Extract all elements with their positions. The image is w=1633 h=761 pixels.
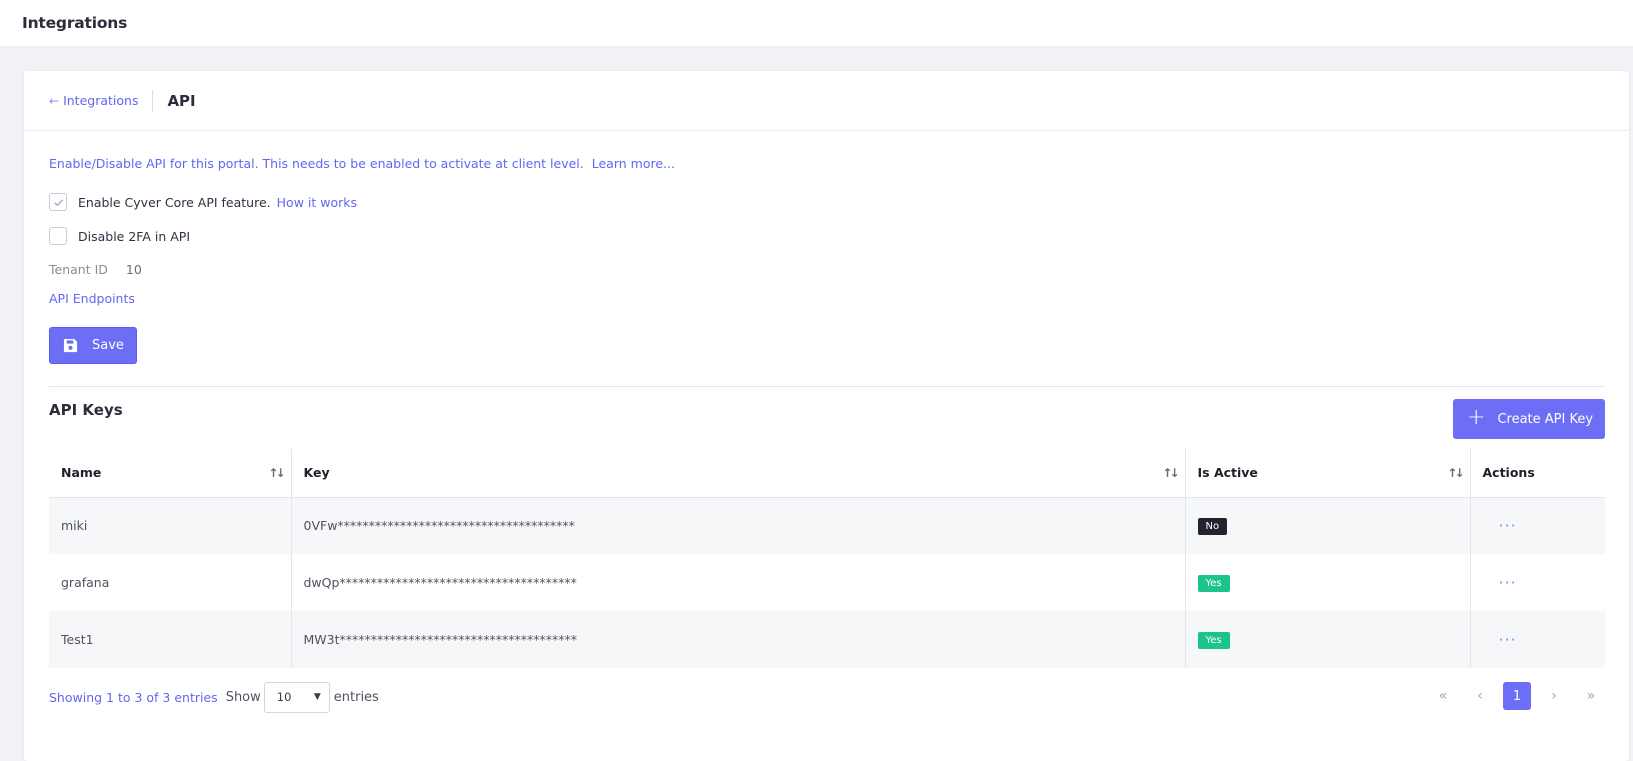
floppy-disk-icon <box>63 338 78 353</box>
more-actions-icon[interactable]: ··· <box>1483 516 1517 535</box>
status-badge: No <box>1197 517 1228 535</box>
table-footer: Showing 1 to 3 of 3 entries Show 10 ▼ en… <box>49 668 1605 726</box>
save-button[interactable]: Save <box>49 327 137 364</box>
cell-actions: ··· <box>1470 554 1605 611</box>
column-header-actions: Actions <box>1470 449 1605 498</box>
sort-icon: ↑↓ <box>268 466 285 480</box>
sort-icon: ↑↓ <box>1447 466 1464 480</box>
api-keys-title: API Keys <box>49 401 123 419</box>
cell-key: dwQp************************************… <box>291 554 1186 611</box>
table-row: Test1 MW3t******************************… <box>49 611 1605 668</box>
back-link-label: Integrations <box>63 93 139 108</box>
arrow-left-icon: ← <box>49 93 60 108</box>
create-api-key-button[interactable]: + Create API Key <box>1453 399 1605 439</box>
column-header-key[interactable]: Key ↑↓ <box>291 449 1186 498</box>
more-actions-icon[interactable]: ··· <box>1483 630 1517 649</box>
how-it-works-link[interactable]: How it works <box>277 195 357 210</box>
card-header: ← Integrations API <box>24 71 1629 131</box>
column-header-name[interactable]: Name ↑↓ <box>49 449 292 498</box>
entries-info: Showing 1 to 3 of 3 entries <box>49 689 218 705</box>
cell-name: Test1 <box>49 611 292 668</box>
disable-2fa-row: Disable 2FA in API <box>49 227 1604 245</box>
table-row: miki 0VFw*******************************… <box>49 497 1605 554</box>
status-badge: Yes <box>1197 574 1230 592</box>
cell-is-active: Yes <box>1185 554 1471 611</box>
cell-name: grafana <box>49 554 292 611</box>
api-endpoints-link[interactable]: API Endpoints <box>49 291 135 306</box>
cell-actions: ··· <box>1470 497 1605 554</box>
back-to-integrations-link[interactable]: ← Integrations <box>49 89 154 112</box>
cell-is-active: No <box>1185 497 1471 554</box>
check-icon <box>53 198 63 206</box>
intro-text: Enable/Disable API for this portal. This… <box>49 156 1604 171</box>
previous-page-icon[interactable]: ‹ <box>1466 682 1494 710</box>
cell-is-active: Yes <box>1185 611 1471 668</box>
more-actions-icon[interactable]: ··· <box>1483 573 1517 592</box>
section-title: API <box>167 91 196 110</box>
cell-key: MW3t************************************… <box>291 611 1186 668</box>
learn-more-link[interactable]: Learn more... <box>592 156 675 171</box>
page-button-current[interactable]: 1 <box>1503 682 1531 710</box>
column-header-is-active[interactable]: Is Active ↑↓ <box>1185 449 1471 498</box>
column-header-label: Is Active <box>1197 465 1258 481</box>
api-keys-table: Name ↑↓ Key ↑↓ Is Active ↑↓ Actions miki 0V… <box>49 449 1605 668</box>
card-body: Enable/Disable API for this portal. This… <box>24 131 1629 726</box>
status-badge: Yes <box>1197 631 1230 649</box>
chevron-down-icon: ▼ <box>313 692 321 702</box>
enable-api-label: Enable Cyver Core API feature. <box>78 194 271 210</box>
tenant-id-label: Tenant ID <box>49 262 108 277</box>
intro-description: Enable/Disable API for this portal. This… <box>49 156 584 171</box>
api-keys-header: API Keys + Create API Key <box>49 387 1605 447</box>
top-bar: Integrations <box>0 0 1633 46</box>
pagination: « ‹ 1 › » <box>1429 682 1605 710</box>
enable-api-row: Enable Cyver Core API feature. How it wo… <box>49 193 1604 211</box>
page-title: Integrations <box>22 14 128 32</box>
plus-icon: + <box>1467 405 1486 430</box>
page-size-value: 10 <box>276 690 292 704</box>
last-page-icon[interactable]: » <box>1577 682 1605 710</box>
save-button-label: Save <box>92 338 124 353</box>
column-header-label: Key <box>303 465 330 481</box>
page-size-select[interactable]: 10 ▼ <box>263 681 330 713</box>
cell-name: miki <box>49 497 292 554</box>
disable-2fa-label: Disable 2FA in API <box>78 228 191 244</box>
sort-icon: ↑↓ <box>1162 466 1179 480</box>
disable-2fa-checkbox[interactable] <box>49 227 67 245</box>
tenant-id-row: Tenant ID 10 <box>49 262 1604 277</box>
show-label: Show <box>225 689 261 705</box>
create-api-key-label: Create API Key <box>1497 411 1594 427</box>
column-header-label: Name <box>61 465 102 481</box>
table-header-row: Name ↑↓ Key ↑↓ Is Active ↑↓ Actions <box>49 449 1605 498</box>
api-card: ← Integrations API Enable/Disable API fo… <box>24 71 1629 761</box>
column-header-label: Actions <box>1482 465 1535 481</box>
first-page-icon[interactable]: « <box>1429 682 1457 710</box>
table-row: grafana dwQp****************************… <box>49 554 1605 611</box>
next-page-icon[interactable]: › <box>1540 682 1568 710</box>
entries-label: entries <box>333 689 379 705</box>
tenant-id-value: 10 <box>125 262 142 277</box>
enable-api-checkbox[interactable] <box>49 193 67 211</box>
cell-key: 0VFw************************************… <box>291 497 1186 554</box>
cell-actions: ··· <box>1470 611 1605 668</box>
